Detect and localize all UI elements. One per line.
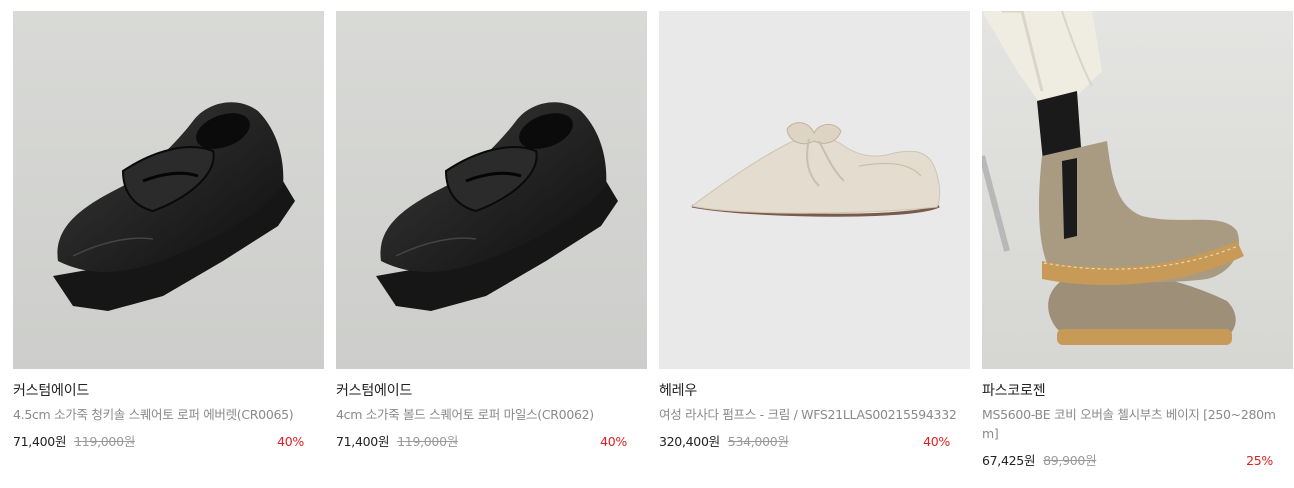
sale-price: 67,425원 [982, 453, 1036, 468]
product-brand[interactable]: 헤레우 [659, 382, 970, 400]
original-price: 534,000원 [727, 434, 789, 449]
product-brand[interactable]: 커스텀에이드 [336, 382, 647, 400]
original-price: 119,000원 [74, 434, 135, 449]
original-price: 89,900원 [1043, 453, 1097, 468]
sale-price: 71,400원 [336, 434, 390, 449]
product-grid: 커스텀에이드 4.5cm 소가죽 청키솔 스퀘어토 로퍼 에버렛(CR0065)… [0, 0, 1294, 488]
discount-rate: 25% [1246, 453, 1273, 468]
sale-price: 71,400원 [13, 434, 67, 449]
product-image-chelsea-boot[interactable] [982, 11, 1293, 369]
discount-rate: 40% [923, 434, 950, 449]
price-row: 71,400원 119,000원 40% [336, 431, 647, 449]
product-title[interactable]: MS5600-BE 코비 오버솔 첼시부츠 베이지 [250~280mm] [982, 405, 1282, 443]
discount-rate: 40% [277, 434, 304, 449]
product-title[interactable]: 4cm 소가죽 볼드 스퀘어토 로퍼 마일스(CR0062) [336, 405, 636, 424]
product-brand[interactable]: 파스코로젠 [982, 382, 1293, 400]
original-price: 119,000원 [397, 434, 458, 449]
price-row: 71,400원 119,000원 40% [13, 431, 324, 449]
product-card[interactable]: 파스코로젠 MS5600-BE 코비 오버솔 첼시부츠 베이지 [250~280… [982, 11, 1293, 468]
product-card[interactable]: 커스텀에이드 4cm 소가죽 볼드 스퀘어토 로퍼 마일스(CR0062) 71… [336, 11, 647, 449]
product-image-loafer[interactable] [336, 11, 647, 369]
product-image-loafer[interactable] [13, 11, 324, 369]
discount-rate: 40% [600, 434, 627, 449]
product-brand[interactable]: 커스텀에이드 [13, 382, 324, 400]
product-card[interactable]: 헤레우 여성 라사다 펌프스 - 크림 / WFS21LLAS002155943… [659, 11, 970, 449]
sale-price: 320,400원 [659, 434, 720, 449]
product-title[interactable]: 여성 라사다 펌프스 - 크림 / WFS21LLAS00215594332 [659, 405, 959, 424]
price-row: 67,425원 89,900원 25% [982, 450, 1293, 468]
product-card[interactable]: 커스텀에이드 4.5cm 소가죽 청키솔 스퀘어토 로퍼 에버렛(CR0065)… [13, 11, 324, 449]
product-image-flat-pump[interactable] [659, 11, 970, 369]
product-title[interactable]: 4.5cm 소가죽 청키솔 스퀘어토 로퍼 에버렛(CR0065) [13, 405, 313, 424]
price-row: 320,400원 534,000원 40% [659, 431, 970, 449]
